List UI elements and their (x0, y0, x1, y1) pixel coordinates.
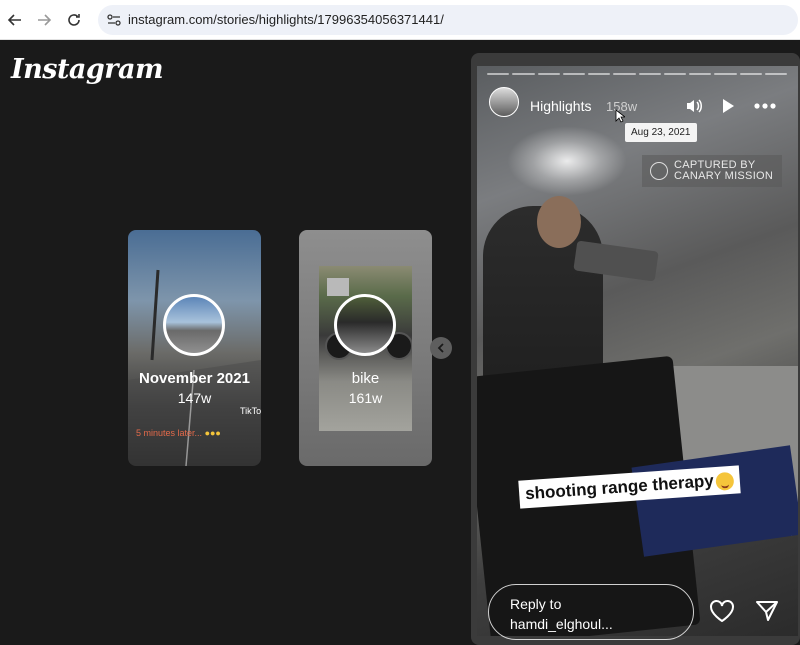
smiling-face-icon (715, 471, 735, 491)
progress-segment (689, 73, 712, 75)
canary-mission-watermark: CAPTURED BY CANARY MISSION (642, 155, 782, 187)
volume-icon[interactable] (683, 95, 705, 117)
progress-segment (739, 73, 762, 75)
site-settings-icon[interactable] (106, 12, 122, 28)
highlight-caption: 5 minutes later... ●●● (136, 428, 221, 438)
url-text[interactable]: instagram.com/stories/highlights/1799635… (128, 12, 444, 27)
progress-segment (487, 73, 510, 75)
back-arrow-icon[interactable] (4, 9, 26, 31)
highlight-card-november-2021[interactable]: November 2021 147w TikTok 5 minutes late… (128, 230, 261, 466)
progress-segment (714, 73, 737, 75)
progress-segment (512, 73, 535, 75)
highlight-cover (334, 294, 396, 356)
reply-placeholder[interactable]: Reply to hamdi_elghoul... (510, 594, 613, 634)
canary-mission-logo-icon (650, 162, 668, 180)
reply-input[interactable]: Reply to hamdi_elghoul... (488, 584, 694, 640)
progress-segment (638, 73, 661, 75)
story-viewer[interactable]: Highlights 158w Aug 23, 2021 CAPTURED BY… (471, 53, 800, 645)
instagram-logo[interactable]: Instagram (11, 54, 164, 85)
progress-segment (537, 73, 560, 75)
browser-toolbar: instagram.com/stories/highlights/1799635… (0, 0, 800, 40)
play-icon[interactable] (717, 95, 739, 117)
more-icon[interactable] (754, 95, 776, 117)
story-avatar[interactable] (489, 87, 519, 117)
address-bar[interactable]: instagram.com/stories/highlights/1799635… (98, 5, 798, 35)
story-owner-name[interactable]: Highlights (530, 98, 591, 114)
send-icon[interactable] (753, 597, 781, 625)
forward-arrow-icon[interactable] (33, 9, 55, 31)
mouse-cursor-icon (615, 109, 625, 123)
progress-segment (764, 73, 787, 75)
highlight-cover (163, 294, 225, 356)
heart-icon[interactable] (708, 597, 736, 625)
reload-icon[interactable] (63, 9, 85, 31)
tiktok-watermark: TikTok (240, 406, 261, 416)
highlight-title: bike (351, 370, 380, 387)
chevron-left-icon (437, 343, 444, 353)
story-progress-bar (487, 73, 787, 75)
progress-segment (663, 73, 686, 75)
highlight-age: 147w (177, 390, 212, 406)
story-media (477, 66, 798, 636)
previous-story-button[interactable] (430, 337, 452, 359)
progress-segment (588, 73, 611, 75)
highlight-title: November 2021 (139, 370, 250, 387)
progress-segment (613, 73, 636, 75)
date-tooltip: Aug 23, 2021 (625, 123, 697, 142)
progress-segment (562, 73, 585, 75)
highlight-age: 161w (348, 390, 383, 406)
instagram-app: Instagram November 2021 147w TikTok 5 mi… (0, 40, 800, 645)
highlight-card-bike[interactable]: bike 161w (299, 230, 432, 466)
